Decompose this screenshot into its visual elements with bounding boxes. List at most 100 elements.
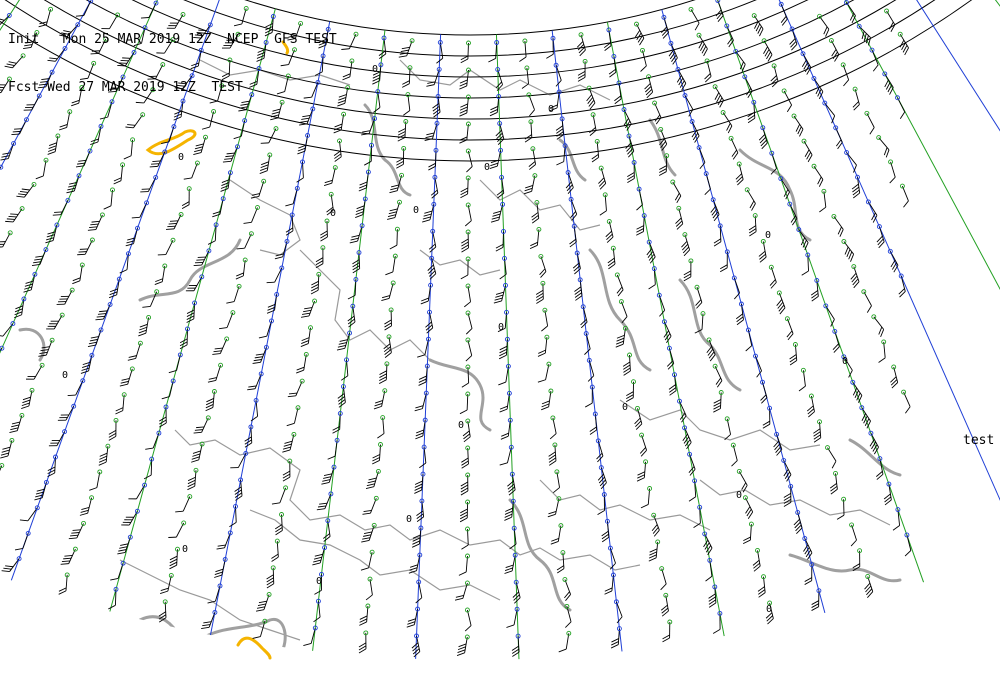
wind-barb — [341, 31, 359, 50]
wind-barb — [712, 610, 723, 634]
wind-barb — [829, 470, 838, 495]
wind-barb — [397, 119, 409, 142]
wind-barb — [576, 32, 586, 57]
highlight-contours — [145, 40, 290, 660]
wind-barb — [607, 545, 616, 570]
wind-barb — [757, 574, 766, 598]
wind-barb — [21, 387, 35, 409]
forecast-time-line: Fcst Wed 27 MAR 2019 12Z TEST — [8, 80, 243, 95]
wind-barb — [496, 174, 505, 199]
wind-barb — [541, 307, 549, 332]
wind-barb — [901, 389, 911, 414]
wind-barb — [387, 199, 402, 220]
wind-barb — [747, 99, 757, 124]
wind-barb — [207, 362, 224, 383]
wind-barb — [138, 314, 152, 337]
wind-barb — [401, 65, 413, 88]
wind-barb — [323, 165, 338, 187]
wind-barb — [193, 415, 211, 434]
wind-barb — [599, 192, 608, 216]
wind-barb — [813, 419, 822, 443]
wind-barb — [79, 495, 95, 516]
wind-barb — [458, 553, 470, 576]
wind-barb — [607, 245, 616, 270]
wind-barb — [553, 469, 560, 494]
wind-barb — [332, 411, 343, 434]
wind-barb — [574, 277, 583, 301]
contour-value-label: 0 — [766, 604, 772, 615]
wind-barb — [640, 486, 653, 509]
wind-barb — [597, 465, 607, 490]
wind-barb — [696, 145, 706, 170]
wind-barb — [564, 603, 572, 628]
wind-barb — [871, 314, 885, 338]
wind-barb — [595, 438, 604, 463]
wind-barb — [887, 248, 899, 273]
wind-barb — [56, 287, 75, 305]
wind-barb — [464, 607, 472, 632]
wind-barb — [831, 213, 844, 237]
wind-barb — [549, 415, 557, 440]
wind-barb — [296, 351, 309, 374]
wind-barb — [166, 212, 184, 230]
wind-barb — [556, 550, 566, 574]
wind-barb — [154, 263, 168, 285]
wind-barb — [52, 197, 71, 216]
wind-barb — [310, 271, 322, 295]
wind-barb — [878, 339, 887, 363]
wind-barb — [464, 283, 472, 308]
meridian — [495, 34, 520, 660]
wind-barb — [825, 445, 837, 469]
wind-barb — [608, 53, 617, 78]
contour-value-label: 0 — [498, 322, 504, 333]
wind-barb — [378, 361, 390, 384]
wind-barb — [639, 432, 647, 457]
wind-barb — [377, 415, 386, 439]
wind-barb — [226, 283, 242, 304]
wind-barb — [123, 137, 136, 160]
wind-barb — [103, 187, 115, 210]
wind-barb — [19, 505, 40, 522]
wind-barb — [127, 340, 143, 361]
wind-barb — [286, 405, 301, 427]
wind-barb — [320, 218, 330, 242]
wind-barb — [789, 342, 798, 366]
wind-barb — [569, 223, 577, 248]
wind-barb — [459, 499, 471, 523]
wind-barb — [768, 264, 777, 289]
wind-barb — [640, 47, 647, 72]
wind-barb — [898, 273, 906, 298]
wind-barb — [634, 405, 643, 430]
wind-barb — [169, 546, 180, 570]
wind-barb — [626, 379, 636, 402]
wind-barb — [0, 345, 5, 361]
wind-barb — [398, 38, 415, 58]
wind-barb — [459, 121, 471, 144]
wind-barb — [1, 556, 22, 573]
contour-value-label: 0 — [182, 544, 188, 555]
wind-barb — [668, 40, 678, 65]
wind-barb — [586, 357, 595, 382]
wind-barb — [666, 345, 675, 370]
wind-barb — [636, 459, 649, 482]
contour-value-label: 0 — [842, 356, 848, 367]
wind-barb — [683, 258, 694, 282]
wind-barb — [362, 495, 379, 515]
meridian — [312, 30, 386, 651]
contour-value-label: 0 — [484, 162, 490, 173]
wind-barb — [381, 280, 396, 302]
wind-barb — [461, 526, 470, 550]
wind-barb — [861, 289, 872, 313]
wind-barb — [77, 237, 95, 256]
wind-barb — [183, 160, 200, 180]
wind-barb — [895, 95, 906, 119]
wind-barb — [58, 572, 70, 595]
wind-barb — [659, 566, 667, 591]
wind-barb — [193, 134, 208, 155]
wind-barb — [888, 159, 896, 184]
wind-barb — [806, 393, 815, 418]
wind-barb — [460, 175, 471, 199]
wind-barb — [864, 110, 875, 135]
meridian — [209, 21, 331, 636]
wind-barb — [347, 276, 359, 300]
